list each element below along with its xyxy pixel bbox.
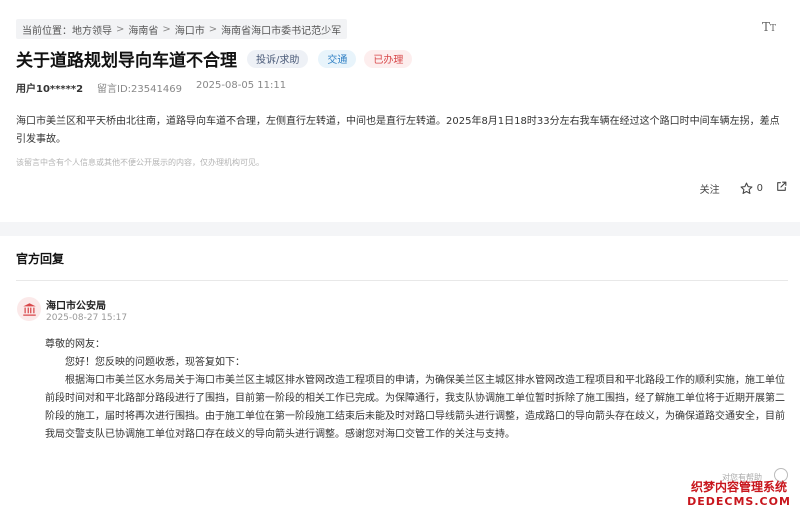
message-meta: 用户10*****2 留言ID:23541469 2025-08-05 11:1…	[16, 80, 286, 95]
breadcrumb-label: 当前位置：	[22, 25, 72, 37]
reply-content: 尊敬的网友： 您好！您反映的问题收悉，现答复如下： 根据海口市美兰区水务局关于海…	[45, 336, 793, 444]
breadcrumb-item-city[interactable]: 海口市	[175, 22, 205, 37]
reply-body: 根据海口市美兰区水务局关于海口市美兰区主城区排水管网改造工程项目的申请，为确保美…	[45, 375, 785, 440]
breadcrumb-separator: >	[208, 23, 218, 35]
status-badge: 已办理	[364, 49, 413, 68]
reply-intro: 您好！您反映的问题收悉，现答复如下：	[65, 357, 245, 368]
breadcrumb-item-leader[interactable]: 海南省海口市委书记范少军	[221, 22, 341, 37]
star-icon	[740, 182, 753, 194]
font-size-toggle[interactable]: TT	[762, 20, 776, 34]
share-icon	[777, 181, 787, 191]
breadcrumb-item-province[interactable]: 海南省	[128, 22, 158, 37]
reply-greeting: 尊敬的网友：	[45, 339, 105, 350]
department-name: 海口市公安局	[46, 301, 106, 312]
user-name: 用户10*****2	[16, 84, 84, 95]
tag-type: 投诉/求助	[247, 49, 309, 68]
reply-time: 2025-08-27 15:17	[46, 313, 128, 323]
privacy-notice: 该留言中含有个人信息或其他不便公开展示的内容，仅办理机构可见。	[16, 158, 264, 167]
tag-topic: 交通	[318, 49, 357, 68]
message-id: 留言ID:23541469	[97, 84, 182, 95]
section-title-official-reply: 官方回复	[16, 252, 65, 266]
breadcrumb-separator: >	[162, 23, 171, 35]
title-row: 关于道路规划导向车道不合理 投诉/求助 交通 已办理	[16, 46, 413, 71]
government-building-icon	[22, 302, 36, 316]
breadcrumb-separator: >	[116, 23, 125, 35]
like-count: 0	[756, 182, 763, 194]
breadcrumb: 当前位置： 地方领导 > 海南省 > 海口市 > 海南省海口市委书记范少军	[16, 19, 348, 39]
message-content: 海口市美兰区和平天桥由北往南，道路导向车道不合理，左侧直行左转道，中间也是直行左…	[16, 116, 780, 145]
page-title: 关于道路规划导向车道不合理	[16, 51, 237, 71]
message-actions: 关注 0	[700, 180, 788, 196]
font-size-icon: T	[761, 20, 770, 34]
watermark-text-en: DEDECMS.COM	[687, 495, 791, 508]
message-date: 2025-08-05 11:11	[195, 80, 287, 91]
watermark-logo: 织梦内容管理系统 DEDECMS.COM	[680, 478, 798, 508]
divider	[16, 280, 788, 281]
watermark-text-cn: 织梦内容管理系统	[690, 480, 787, 494]
share-button[interactable]	[775, 180, 788, 196]
breadcrumb-item-leaders[interactable]: 地方领导	[72, 22, 112, 37]
like-button[interactable]: 0	[740, 182, 763, 195]
follow-button[interactable]: 关注	[700, 181, 720, 196]
avatar	[17, 297, 41, 321]
